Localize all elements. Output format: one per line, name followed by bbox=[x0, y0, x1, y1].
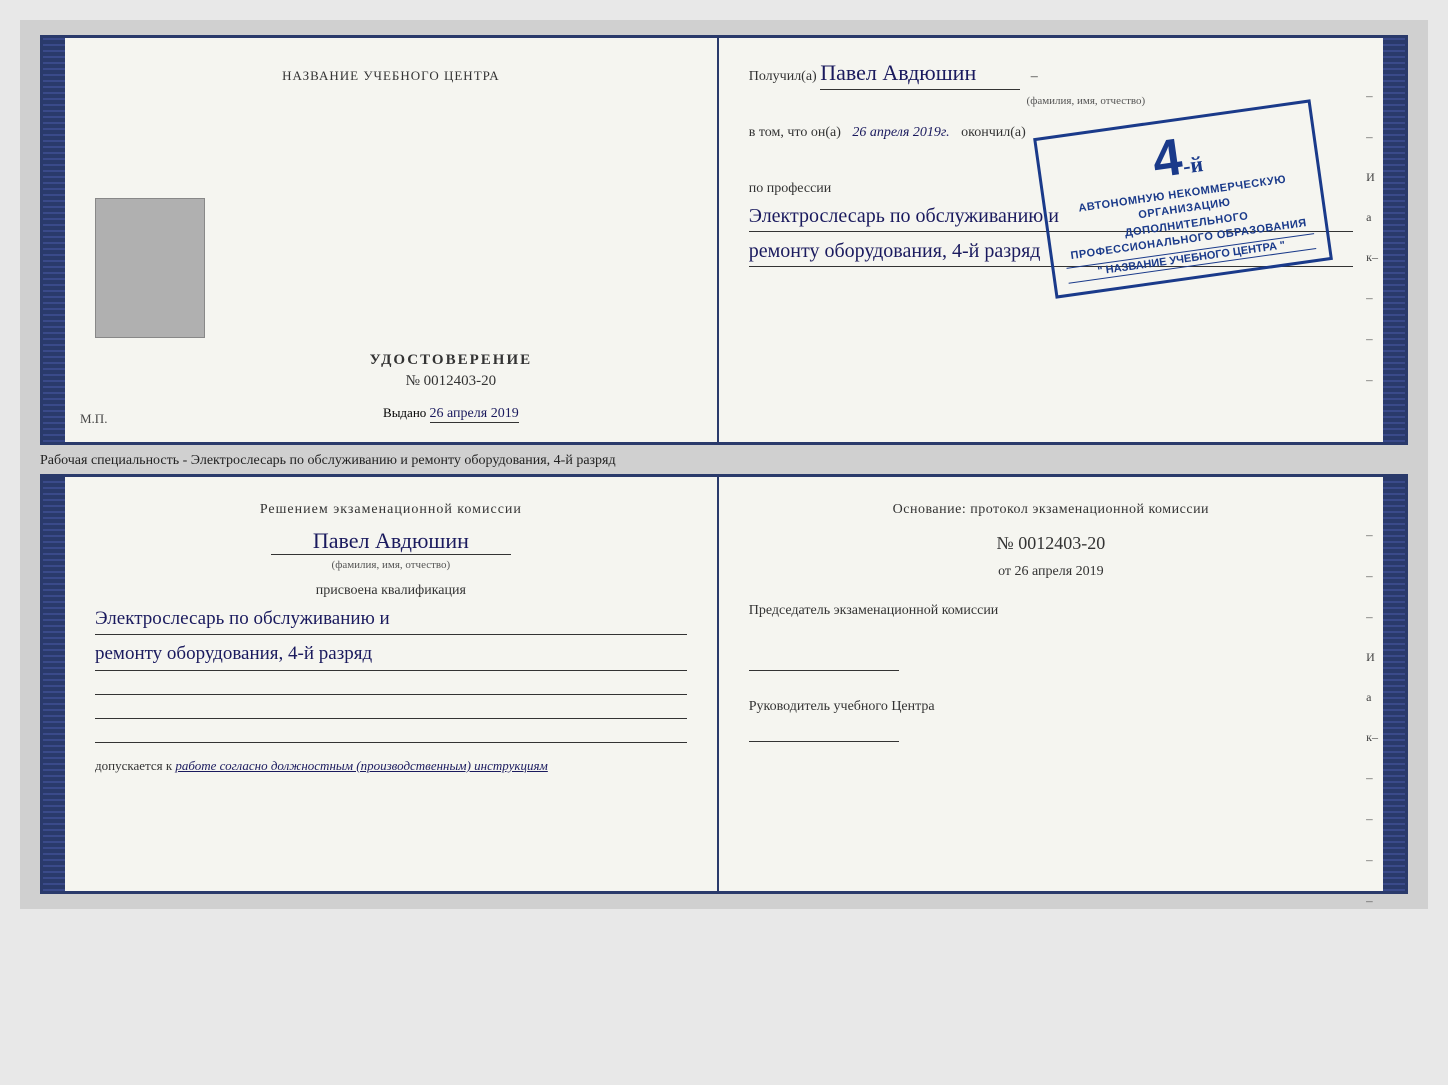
ot-prefix: от bbox=[998, 564, 1011, 579]
dopuskaetsya-area: допускается к работе согласно должностны… bbox=[95, 758, 687, 774]
blank-line-1 bbox=[95, 677, 687, 695]
vtom-text: в том, что он(а) bbox=[749, 125, 841, 140]
rukovoditel-title: Руководитель учебного Центра bbox=[749, 696, 1353, 717]
vtom-date: 26 апреля 2019г. bbox=[852, 125, 949, 140]
mp-label: М.П. bbox=[80, 411, 107, 427]
blank-line-2 bbox=[95, 701, 687, 719]
rukovoditel-block: Руководитель учебного Центра bbox=[749, 696, 1353, 742]
person-name-area: Павел Авдюшин bbox=[95, 528, 687, 557]
photo-area bbox=[95, 198, 205, 338]
right-spine-bottom bbox=[1383, 477, 1405, 891]
issued-date: 26 апреля 2019 bbox=[430, 406, 519, 423]
doc-number-value: 0012403-20 bbox=[424, 373, 497, 389]
bottom-certificate-book: Решением экзаменационной комиссии Павел … bbox=[40, 474, 1408, 894]
qualification-line2: ремонту оборудования, 4-й разряд bbox=[95, 639, 687, 670]
separator-label: Рабочая специальность - Электрослесарь п… bbox=[40, 453, 616, 468]
protocol-number: № 0012403-20 bbox=[749, 533, 1353, 554]
top-left-page: НАЗВАНИЕ УЧЕБНОГО ЦЕНТРА УДОСТОВЕРЕНИЕ №… bbox=[65, 38, 719, 442]
left-spine-top bbox=[43, 38, 65, 442]
dopuskaetsya-text: работе согласно должностным (производств… bbox=[175, 758, 547, 773]
issued-label: Выдано bbox=[383, 405, 426, 420]
top-right-page: Получил(а) Павел Авдюшин – (фамилия, имя… bbox=[719, 38, 1383, 442]
qualification-line1: Электрослесарь по обслуживанию и bbox=[95, 604, 687, 635]
ot-date-value: 26 апреля 2019 bbox=[1015, 564, 1104, 579]
dopuskaetsya-label: допускается к bbox=[95, 758, 172, 773]
chairman-title: Председатель экзаменационной комиссии bbox=[749, 600, 1353, 621]
stamp-grade-number: 4 bbox=[1149, 131, 1185, 187]
fio-hint-bottom: (фамилия, имя, отчество) bbox=[95, 559, 687, 571]
page-wrapper: НАЗВАНИЕ УЧЕБНОГО ЦЕНТРА УДОСТОВЕРЕНИЕ №… bbox=[20, 20, 1428, 909]
top-certificate-book: НАЗВАНИЕ УЧЕБНОГО ЦЕНТРА УДОСТОВЕРЕНИЕ №… bbox=[40, 35, 1408, 445]
separator-text: Рабочая специальность - Электрослесарь п… bbox=[40, 445, 1408, 474]
number-prefix: № bbox=[406, 373, 420, 389]
fio-hint-bottom-area: (фамилия, имя, отчество) bbox=[95, 559, 687, 571]
ot-date-area: от 26 апреля 2019 bbox=[749, 564, 1353, 580]
side-marks-bottom: – – – И а к– – – – – bbox=[1366, 527, 1378, 909]
doc-type-label: УДОСТОВЕРЕНИЕ bbox=[370, 352, 533, 369]
protocol-number-value: 0012403-20 bbox=[1018, 533, 1105, 553]
resheniyem-title: Решением экзаменационной комиссии bbox=[95, 502, 687, 518]
chairman-signature-line bbox=[749, 651, 899, 671]
prisvoyena-label: присвоена квалификация bbox=[95, 583, 687, 599]
received-line: Получил(а) Павел Авдюшин – bbox=[749, 58, 1353, 90]
doc-title: УДОСТОВЕРЕНИЕ № 0012403-20 bbox=[370, 352, 533, 390]
received-label: Получил(а) bbox=[749, 69, 817, 84]
blank-line-3 bbox=[95, 725, 687, 743]
stamp-grade-suffix: -й bbox=[1181, 151, 1204, 180]
okonchil-label: окончил(а) bbox=[961, 125, 1026, 140]
bottom-left-page: Решением экзаменационной комиссии Павел … bbox=[65, 477, 719, 891]
person-name-bottom: Павел Авдюшин bbox=[271, 528, 511, 555]
bottom-right-page: Основание: протокол экзаменационной коми… bbox=[719, 477, 1383, 891]
training-center-label: НАЗВАНИЕ УЧЕБНОГО ЦЕНТРА bbox=[282, 68, 499, 84]
doc-number: № 0012403-20 bbox=[370, 373, 533, 390]
chairman-block: Председатель экзаменационной комиссии bbox=[749, 600, 1353, 671]
number-prefix-bottom: № bbox=[997, 533, 1014, 553]
recipient-name: Павел Авдюшин bbox=[820, 58, 1020, 90]
osnovaniye-text: Основание: протокол экзаменационной коми… bbox=[749, 502, 1353, 518]
side-marks-top: – – И а к– – – – bbox=[1366, 88, 1378, 388]
rukovoditel-signature-line bbox=[749, 722, 899, 742]
left-spine-bottom bbox=[43, 477, 65, 891]
right-spine-top bbox=[1383, 38, 1405, 442]
issued-area: Выдано 26 апреля 2019 bbox=[383, 405, 519, 422]
